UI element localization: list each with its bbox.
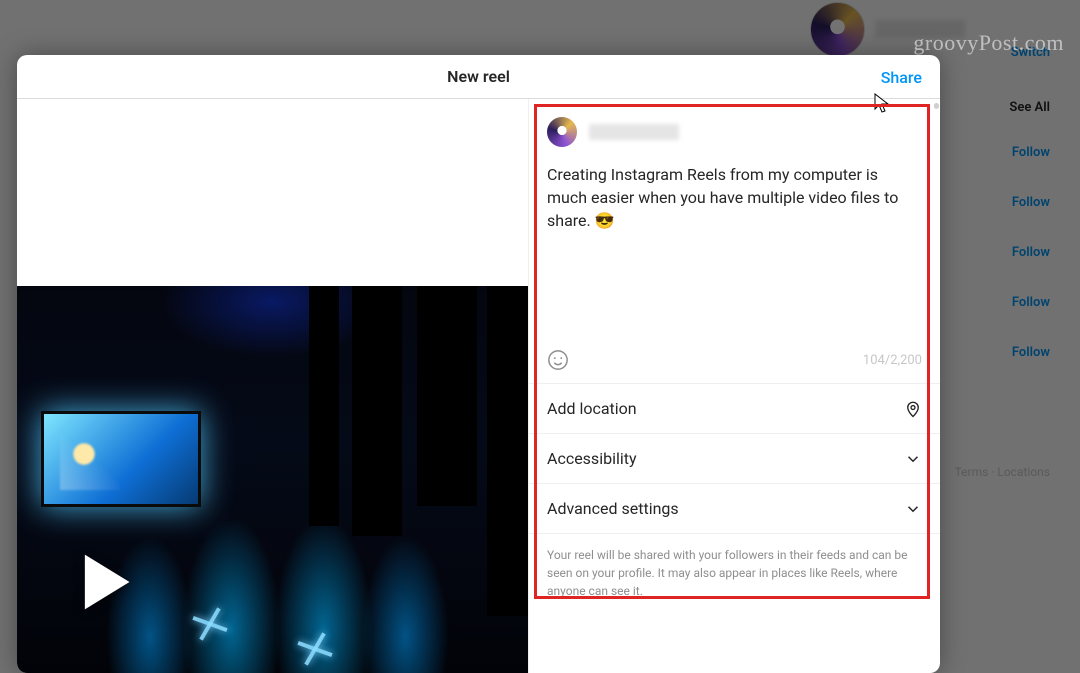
see-all-link[interactable]: See All [1009,100,1050,115]
preview-whitespace [17,99,528,286]
chevron-down-icon [904,450,922,468]
author-avatar[interactable] [547,117,577,147]
advanced-settings-row[interactable]: Advanced settings [529,483,940,533]
footer-links[interactable]: Terms · Locations [955,465,1050,479]
stage-prop [487,286,528,616]
modal-header: New reel Share [17,55,940,99]
video-preview-pane [17,99,528,673]
add-location-row[interactable]: Add location [529,383,940,433]
modal-title: New reel [447,67,510,86]
add-location-label: Add location [547,399,637,418]
follow-suggestion-links: Follow Follow Follow Follow Follow [1012,145,1050,360]
modal-body: Creating Instagram Reels from my compute… [17,99,940,673]
switch-account-link[interactable]: Switch [1011,45,1050,60]
follow-link[interactable]: Follow [1012,245,1050,260]
stage-prop [352,286,402,536]
character-counter: 104/2,200 [863,353,922,368]
stage-prop [309,286,339,526]
author-username-blurred [589,124,679,140]
compose-details-pane: Creating Instagram Reels from my compute… [528,99,940,673]
advanced-settings-label: Advanced settings [547,499,679,518]
stage-screen [41,411,201,507]
follow-link[interactable]: Follow [1012,345,1050,360]
reel-visibility-disclaimer: Your reel will be shared with your follo… [529,533,940,600]
location-pin-icon [904,400,922,418]
caption-textarea[interactable]: Creating Instagram Reels from my compute… [529,153,940,343]
caption-footer: 104/2,200 [529,343,940,383]
author-row [529,99,940,153]
share-button[interactable]: Share [881,55,922,99]
follow-link[interactable]: Follow [1012,295,1050,310]
follow-link[interactable]: Follow [1012,195,1050,210]
accessibility-row[interactable]: Accessibility [529,433,940,483]
stage-prop [417,286,477,506]
stage-light [192,606,228,642]
emoji-picker-button[interactable] [547,349,569,371]
accessibility-label: Accessibility [547,449,637,468]
stage-light [297,631,333,667]
video-preview[interactable] [17,286,528,673]
profile-username-blurred [875,20,965,38]
profile-avatar [810,2,865,57]
follow-link[interactable]: Follow [1012,145,1050,160]
chevron-down-icon [904,500,922,518]
new-reel-modal: New reel Share [17,55,940,673]
play-button[interactable] [69,546,141,618]
